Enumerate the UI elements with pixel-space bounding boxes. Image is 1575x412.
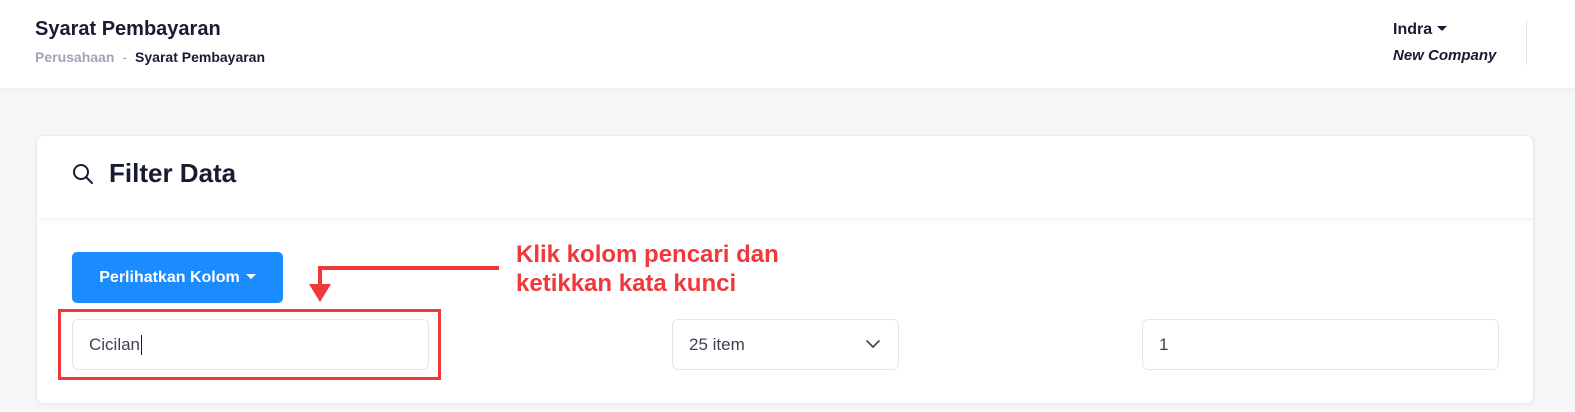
annotation-arrow-icon [309,266,499,302]
